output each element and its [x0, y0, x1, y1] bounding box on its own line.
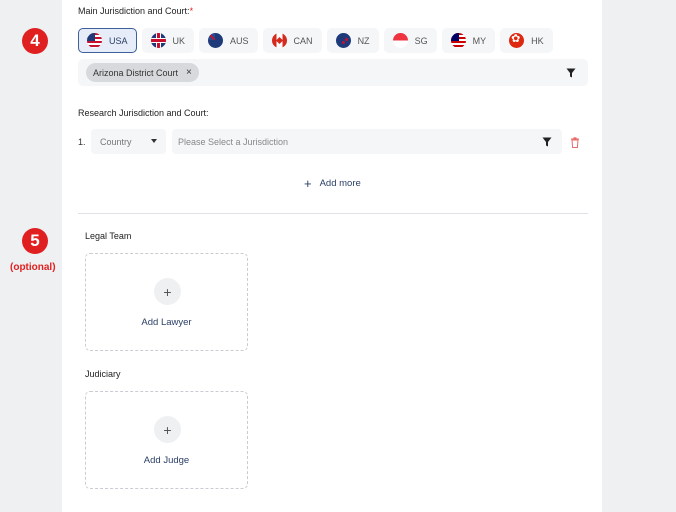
country-button-aus[interactable]: AUS — [199, 28, 258, 53]
country-button-usa[interactable]: USA — [78, 28, 137, 53]
hong-kong-flag-icon — [509, 33, 525, 48]
country-button-hk[interactable]: HK — [500, 28, 553, 53]
jurisdiction-filter-icon[interactable] — [542, 137, 552, 147]
row-number: 1. — [78, 137, 86, 147]
country-code: USA — [109, 35, 128, 46]
country-button-uk[interactable]: UK — [141, 28, 195, 53]
country-code: CAN — [293, 35, 313, 46]
trash-icon[interactable] — [570, 137, 580, 148]
australia-flag-icon — [208, 33, 224, 48]
court-select-field[interactable]: Arizona District Court × — [78, 59, 588, 86]
country-code: SG — [414, 35, 428, 46]
add-judge-plus-icon: + — [154, 416, 181, 443]
plus-icon: + — [304, 175, 312, 191]
us-flag-icon — [87, 33, 102, 48]
uk-flag-icon — [150, 33, 166, 48]
jurisdiction-input[interactable] — [172, 129, 562, 154]
country-button-my[interactable]: MY — [441, 28, 496, 53]
research-jurisdiction-label: Research Jurisdiction and Court: — [78, 108, 209, 118]
legal-team-label: Legal Team — [85, 231, 132, 241]
country-dropdown[interactable]: Country — [91, 129, 166, 154]
add-judge-label: Add Judge — [143, 455, 190, 466]
canada-flag-icon — [271, 33, 287, 48]
malaysia-flag-icon — [450, 33, 466, 48]
section-divider — [78, 213, 588, 214]
new-zealand-flag-icon — [335, 33, 351, 48]
judiciary-label: Judiciary — [85, 369, 121, 379]
country-code: HK — [531, 35, 544, 46]
selected-court-name: Arizona District Court — [93, 67, 179, 78]
country-code: MY — [472, 35, 487, 46]
main-jurisdiction-label: Main Jurisdiction and Court:* — [78, 6, 193, 16]
add-more-button[interactable]: + Add more — [304, 175, 361, 191]
country-button-nz[interactable]: NZ — [326, 28, 379, 53]
country-dropdown-value: Country — [100, 136, 132, 147]
filter-icon[interactable] — [566, 68, 576, 78]
add-lawyer-card[interactable]: + Add Lawyer — [85, 253, 248, 351]
main-jurisdiction-label-text: Main Jurisdiction and Court: — [78, 6, 190, 16]
country-code: NZ — [357, 35, 370, 46]
add-judge-card[interactable]: + Add Judge — [85, 391, 248, 489]
add-lawyer-label: Add Lawyer — [141, 317, 192, 328]
optional-label: (optional) — [10, 262, 56, 273]
step-5-badge: 5 — [22, 228, 48, 254]
singapore-flag-icon — [392, 33, 408, 48]
country-selector: USA UK AUS CAN NZ SG MY HK — [78, 28, 553, 53]
add-lawyer-plus-icon: + — [154, 278, 181, 305]
country-button-can[interactable]: CAN — [262, 28, 322, 53]
step-4-badge: 4 — [22, 28, 48, 54]
chevron-down-icon — [151, 139, 157, 143]
required-mark: * — [189, 6, 194, 16]
selected-court-chip: Arizona District Court × — [86, 63, 199, 82]
country-button-sg[interactable]: SG — [383, 28, 437, 53]
chip-remove-icon[interactable]: × — [186, 67, 192, 78]
add-more-label: Add more — [319, 178, 361, 189]
country-code: AUS — [230, 35, 249, 46]
country-code: UK — [172, 35, 186, 46]
